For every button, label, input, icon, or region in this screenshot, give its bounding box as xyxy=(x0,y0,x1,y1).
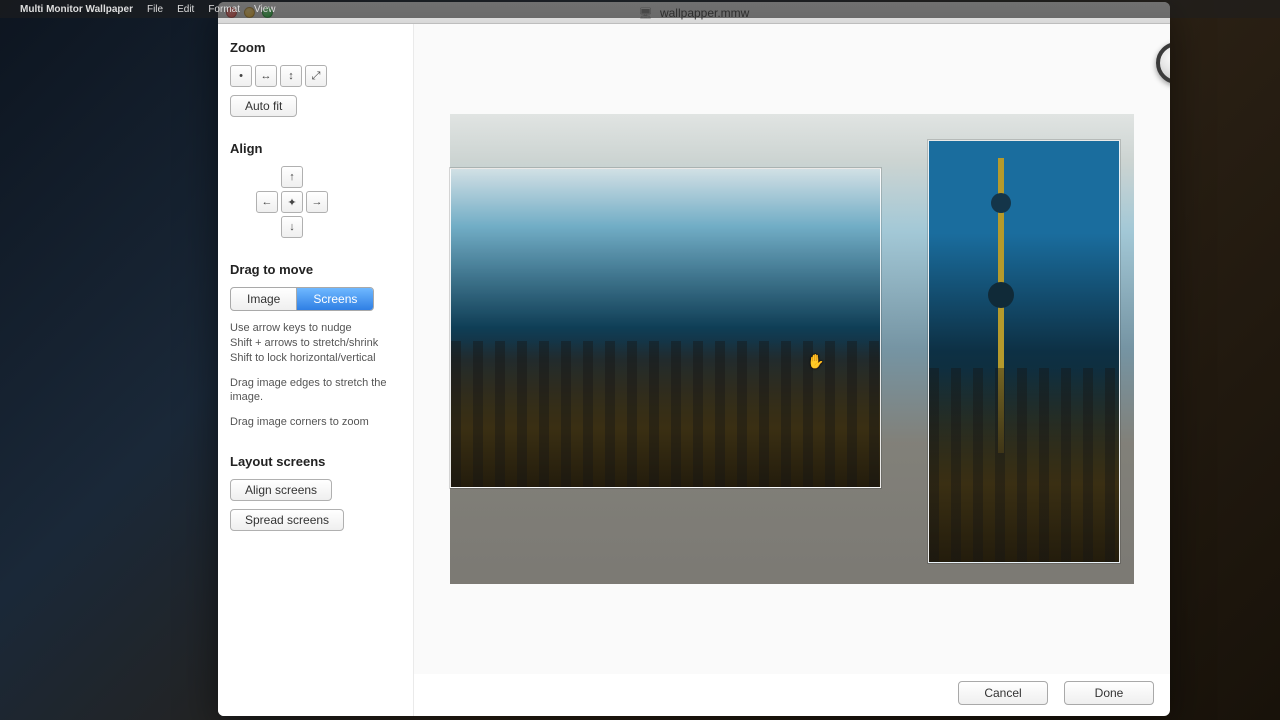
zoom-heading: Zoom xyxy=(230,40,401,55)
align-bottom-button[interactable]: ↓ xyxy=(281,216,303,238)
menu-file[interactable]: File xyxy=(147,4,163,15)
drag-mode-segment: Image Screens xyxy=(230,287,374,311)
drag-heading: Drag to move xyxy=(230,262,401,277)
preview-canvas[interactable]: ✋ xyxy=(414,24,1170,674)
align-screens-button[interactable]: Align screens xyxy=(230,479,332,501)
city-skyline-graphic xyxy=(451,341,880,487)
zoom-actual-button[interactable]: • xyxy=(230,65,252,87)
arrows-diagonal-icon: ⤢ xyxy=(312,70,321,83)
wallpaper-layout[interactable]: ✋ xyxy=(450,114,1134,584)
window-content: Zoom • ↔ ↕ ⤢ Auto fit xyxy=(218,24,1170,716)
app-menu[interactable]: Multi Monitor Wallpaper xyxy=(20,4,133,15)
sidebar: Zoom • ↔ ↕ ⤢ Auto fit xyxy=(218,24,414,716)
arrows-vertical-icon: ↕ xyxy=(288,70,294,82)
align-top-button[interactable]: ↑ xyxy=(281,166,303,188)
menu-view[interactable]: View xyxy=(254,4,276,15)
align-section: Align ↑ ← ✦ → xyxy=(230,141,401,238)
arrow-right-icon: → xyxy=(312,196,323,208)
drag-section: Drag to move Image Screens Use arrow key… xyxy=(230,262,401,430)
layout-heading: Layout screens xyxy=(230,454,401,469)
city-skyline-graphic-2 xyxy=(929,368,1119,562)
align-heading: Align xyxy=(230,141,401,156)
zoom-section: Zoom • ↔ ↕ ⤢ Auto fit xyxy=(230,40,401,117)
align-left-button[interactable]: ← xyxy=(256,191,278,213)
drag-mode-image[interactable]: Image xyxy=(231,288,296,310)
done-button[interactable]: Done xyxy=(1064,681,1154,705)
center-icon: ✦ xyxy=(287,196,296,209)
drag-help-1: Use arrow keys to nudge Shift + arrows t… xyxy=(230,321,401,366)
arrows-horizontal-icon: ↔ xyxy=(261,70,272,82)
dialog-footer: Cancel Done xyxy=(218,670,1170,716)
menu-edit[interactable]: Edit xyxy=(177,4,194,15)
align-right-button[interactable]: → xyxy=(306,191,328,213)
screen-2[interactable] xyxy=(928,140,1120,563)
zoom-fit-height-button[interactable]: ↕ xyxy=(280,65,302,87)
zoom-fit-width-button[interactable]: ↔ xyxy=(255,65,277,87)
layout-section: Layout screens Align screens Spread scre… xyxy=(230,454,401,531)
arrow-left-icon: ← xyxy=(262,196,273,208)
screen-1[interactable]: ✋ xyxy=(450,168,881,488)
app-window: 🖥 wallpapper.mmw Zoom • ↔ ↕ xyxy=(218,2,1170,716)
arrow-down-icon: ↓ xyxy=(289,221,295,233)
auto-fit-button[interactable]: Auto fit xyxy=(230,95,297,117)
zoom-fit-diagonal-button[interactable]: ⤢ xyxy=(305,65,327,87)
cancel-button[interactable]: Cancel xyxy=(958,681,1048,705)
drag-help-3: Drag image corners to zoom xyxy=(230,415,401,430)
align-center-button[interactable]: ✦ xyxy=(281,191,303,213)
menu-format[interactable]: Format xyxy=(208,4,240,15)
arrow-up-icon: ↑ xyxy=(289,171,295,183)
drag-help-2: Drag image edges to stretch the image. xyxy=(230,376,401,406)
spread-screens-button[interactable]: Spread screens xyxy=(230,509,344,531)
system-menubar: Multi Monitor Wallpaper File Edit Format… xyxy=(0,0,1280,18)
drag-mode-screens[interactable]: Screens xyxy=(296,288,373,310)
dot-icon: • xyxy=(239,70,243,82)
